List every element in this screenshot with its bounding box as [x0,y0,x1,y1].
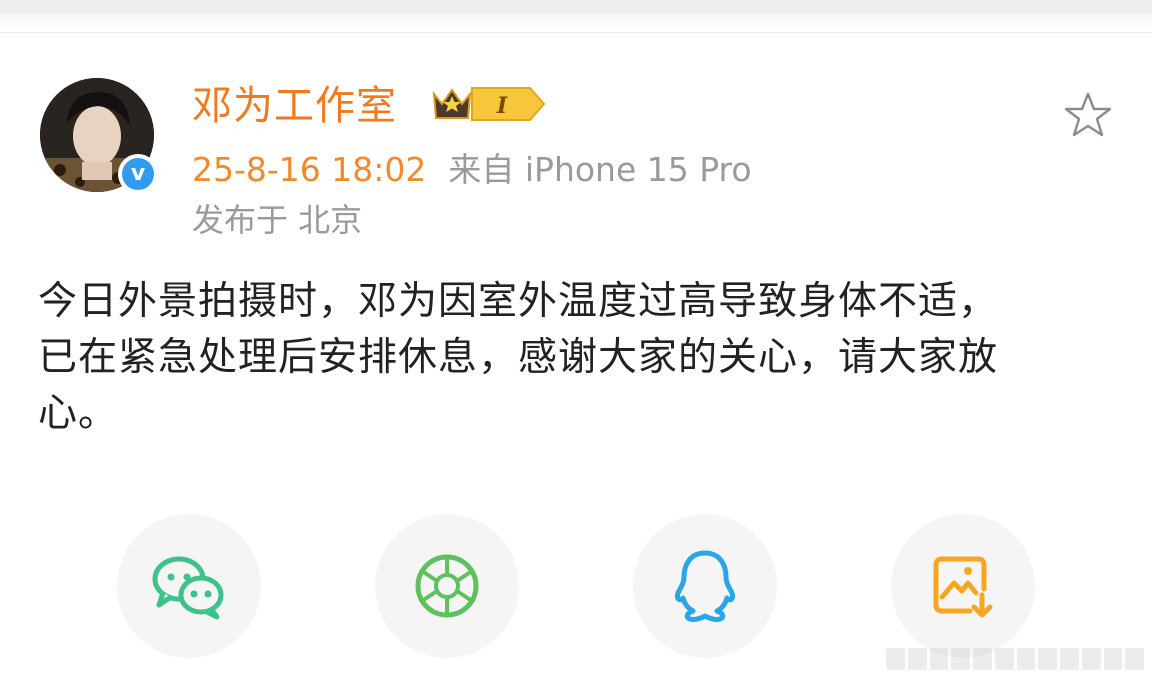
verified-badge: v [118,154,158,194]
qq-icon [675,550,735,622]
share-qq-button[interactable] [633,514,777,658]
post-content: 今日外景拍摄时，邓为因室外温度过高导致身体不适， 已在紧急处理后安排休息，感谢大… [38,274,1128,442]
post-time: 25-8-16 18:02 [192,150,427,189]
member-level-label: I [496,93,508,119]
share-wechat-button[interactable] [117,514,261,658]
post-content-line: 心。 [38,391,119,436]
member-crown-badge[interactable]: I [428,84,548,128]
moments-icon [415,554,479,618]
favorite-star-button[interactable] [1062,90,1114,140]
divider [0,32,1152,33]
post-content-line: 已在紧急处理后安排休息，感谢大家的关心，请大家放 [38,335,999,380]
share-moments-button[interactable] [375,514,519,658]
post-source: 来自 iPhone 15 Pro [448,150,752,189]
save-image-icon [933,556,993,618]
wechat-icon [152,556,224,620]
author-name[interactable]: 邓为工作室 [192,80,397,132]
watermark [886,648,1144,670]
post-location: 发布于 北京 [192,201,363,239]
verified-check-icon: v [122,158,154,190]
star-icon [1064,92,1112,137]
top-bar [0,0,1152,30]
save-image-button[interactable] [891,514,1035,658]
post-content-line: 今日外景拍摄时，邓为因室外温度过高导致身体不适， [38,279,999,324]
post-meta: 25-8-16 18:02 来自 iPhone 15 Pro [192,148,752,192]
